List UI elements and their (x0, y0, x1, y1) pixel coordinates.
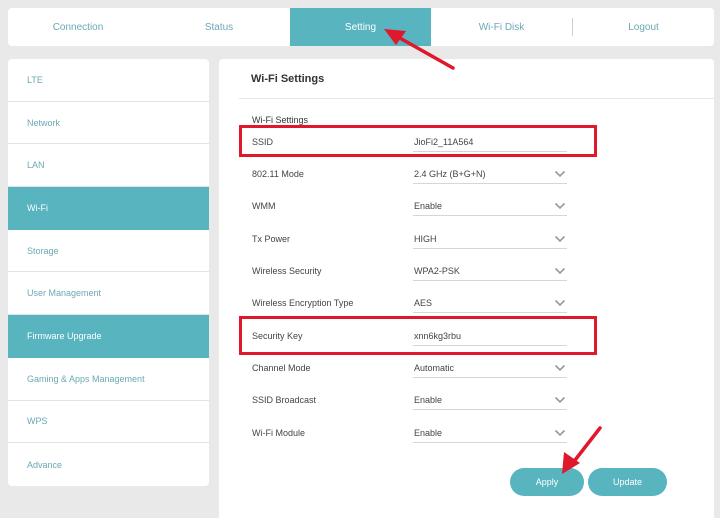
field-wifi-module: Wi-Fi Module Enable (252, 423, 582, 443)
chevron-down-icon (554, 267, 566, 274)
sidebar-item-advance[interactable]: Advance (8, 443, 209, 486)
mode-select[interactable]: 2.4 GHz (B+G+N) (413, 164, 567, 184)
tab-logout[interactable]: Logout (573, 8, 714, 46)
update-button[interactable]: Update (588, 468, 667, 496)
field-channel-mode: Channel Mode Automatic (252, 358, 582, 378)
sidebar-item-network[interactable]: Network (8, 102, 209, 145)
field-label: Wi-Fi Module (252, 428, 306, 438)
sidebar-item-lte[interactable]: LTE (8, 59, 209, 102)
field-label: 802.11 Mode (252, 169, 304, 179)
divider (239, 98, 714, 99)
sidebar-item-firmware-upgrade[interactable]: Firmware Upgrade (8, 315, 209, 358)
field-label: WMM (252, 201, 276, 211)
sidebar-item-wps[interactable]: WPS (8, 401, 209, 444)
field-label: SSID Broadcast (252, 395, 317, 405)
field-ssid: SSID JioFi2_11A564 (252, 132, 582, 152)
field-label: Tx Power (252, 234, 291, 244)
field-encryption-type: Wireless Encryption Type AES (252, 293, 582, 313)
chevron-down-icon (554, 299, 566, 306)
field-80211-mode: 802.11 Mode 2.4 GHz (B+G+N) (252, 164, 582, 184)
sidebar-item-user-management[interactable]: User Management (8, 272, 209, 316)
field-label: Wireless Security (252, 266, 322, 276)
sidebar-item-wifi[interactable]: Wi-Fi (8, 187, 209, 230)
field-label: SSID (252, 137, 274, 147)
chevron-down-icon (554, 364, 566, 371)
security-key-input[interactable]: xnn6kg3rbu (413, 326, 567, 346)
field-label: Wireless Encryption Type (252, 298, 354, 308)
field-tx-power: Tx Power HIGH (252, 229, 582, 249)
top-navigation: Connection Status Setting Wi-Fi Disk Log… (8, 8, 714, 46)
chevron-down-icon (554, 396, 566, 403)
tx-power-select[interactable]: HIGH (413, 229, 567, 249)
tab-setting[interactable]: Setting (290, 8, 431, 46)
field-ssid-broadcast: SSID Broadcast Enable (252, 390, 582, 410)
sidebar-item-storage[interactable]: Storage (8, 230, 209, 273)
sidebar: LTE Network LAN Wi-Fi Storage User Manag… (8, 59, 209, 486)
page-title: Wi-Fi Settings (251, 73, 325, 85)
tab-wifi-disk[interactable]: Wi-Fi Disk (431, 8, 572, 46)
chevron-down-icon (554, 235, 566, 242)
tab-status[interactable]: Status (148, 8, 290, 46)
field-security-key: Security Key xnn6kg3rbu (252, 326, 582, 346)
field-label: Channel Mode (252, 363, 311, 373)
tab-connection[interactable]: Connection (8, 8, 148, 46)
section-title: Wi-Fi Settings (252, 115, 309, 125)
wifi-module-select[interactable]: Enable (413, 423, 567, 443)
wifi-settings-panel: Wi-Fi Settings Wi-Fi Settings SSID JioFi… (219, 59, 714, 518)
chevron-down-icon (554, 170, 566, 177)
channel-mode-select[interactable]: Automatic (413, 358, 567, 378)
field-label: Security Key (252, 331, 303, 341)
wmm-select[interactable]: Enable (413, 196, 567, 216)
field-wmm: WMM Enable (252, 196, 582, 216)
field-wireless-security: Wireless Security WPA2-PSK (252, 261, 582, 281)
sidebar-item-gaming-apps[interactable]: Gaming & Apps Management (8, 358, 209, 401)
chevron-down-icon (554, 202, 566, 209)
wireless-security-select[interactable]: WPA2-PSK (413, 261, 567, 281)
encryption-type-select[interactable]: AES (413, 293, 567, 313)
ssid-broadcast-select[interactable]: Enable (413, 390, 567, 410)
sidebar-item-lan[interactable]: LAN (8, 144, 209, 188)
ssid-input[interactable]: JioFi2_11A564 (413, 132, 567, 152)
chevron-down-icon (554, 429, 566, 436)
apply-button[interactable]: Apply (510, 468, 584, 496)
